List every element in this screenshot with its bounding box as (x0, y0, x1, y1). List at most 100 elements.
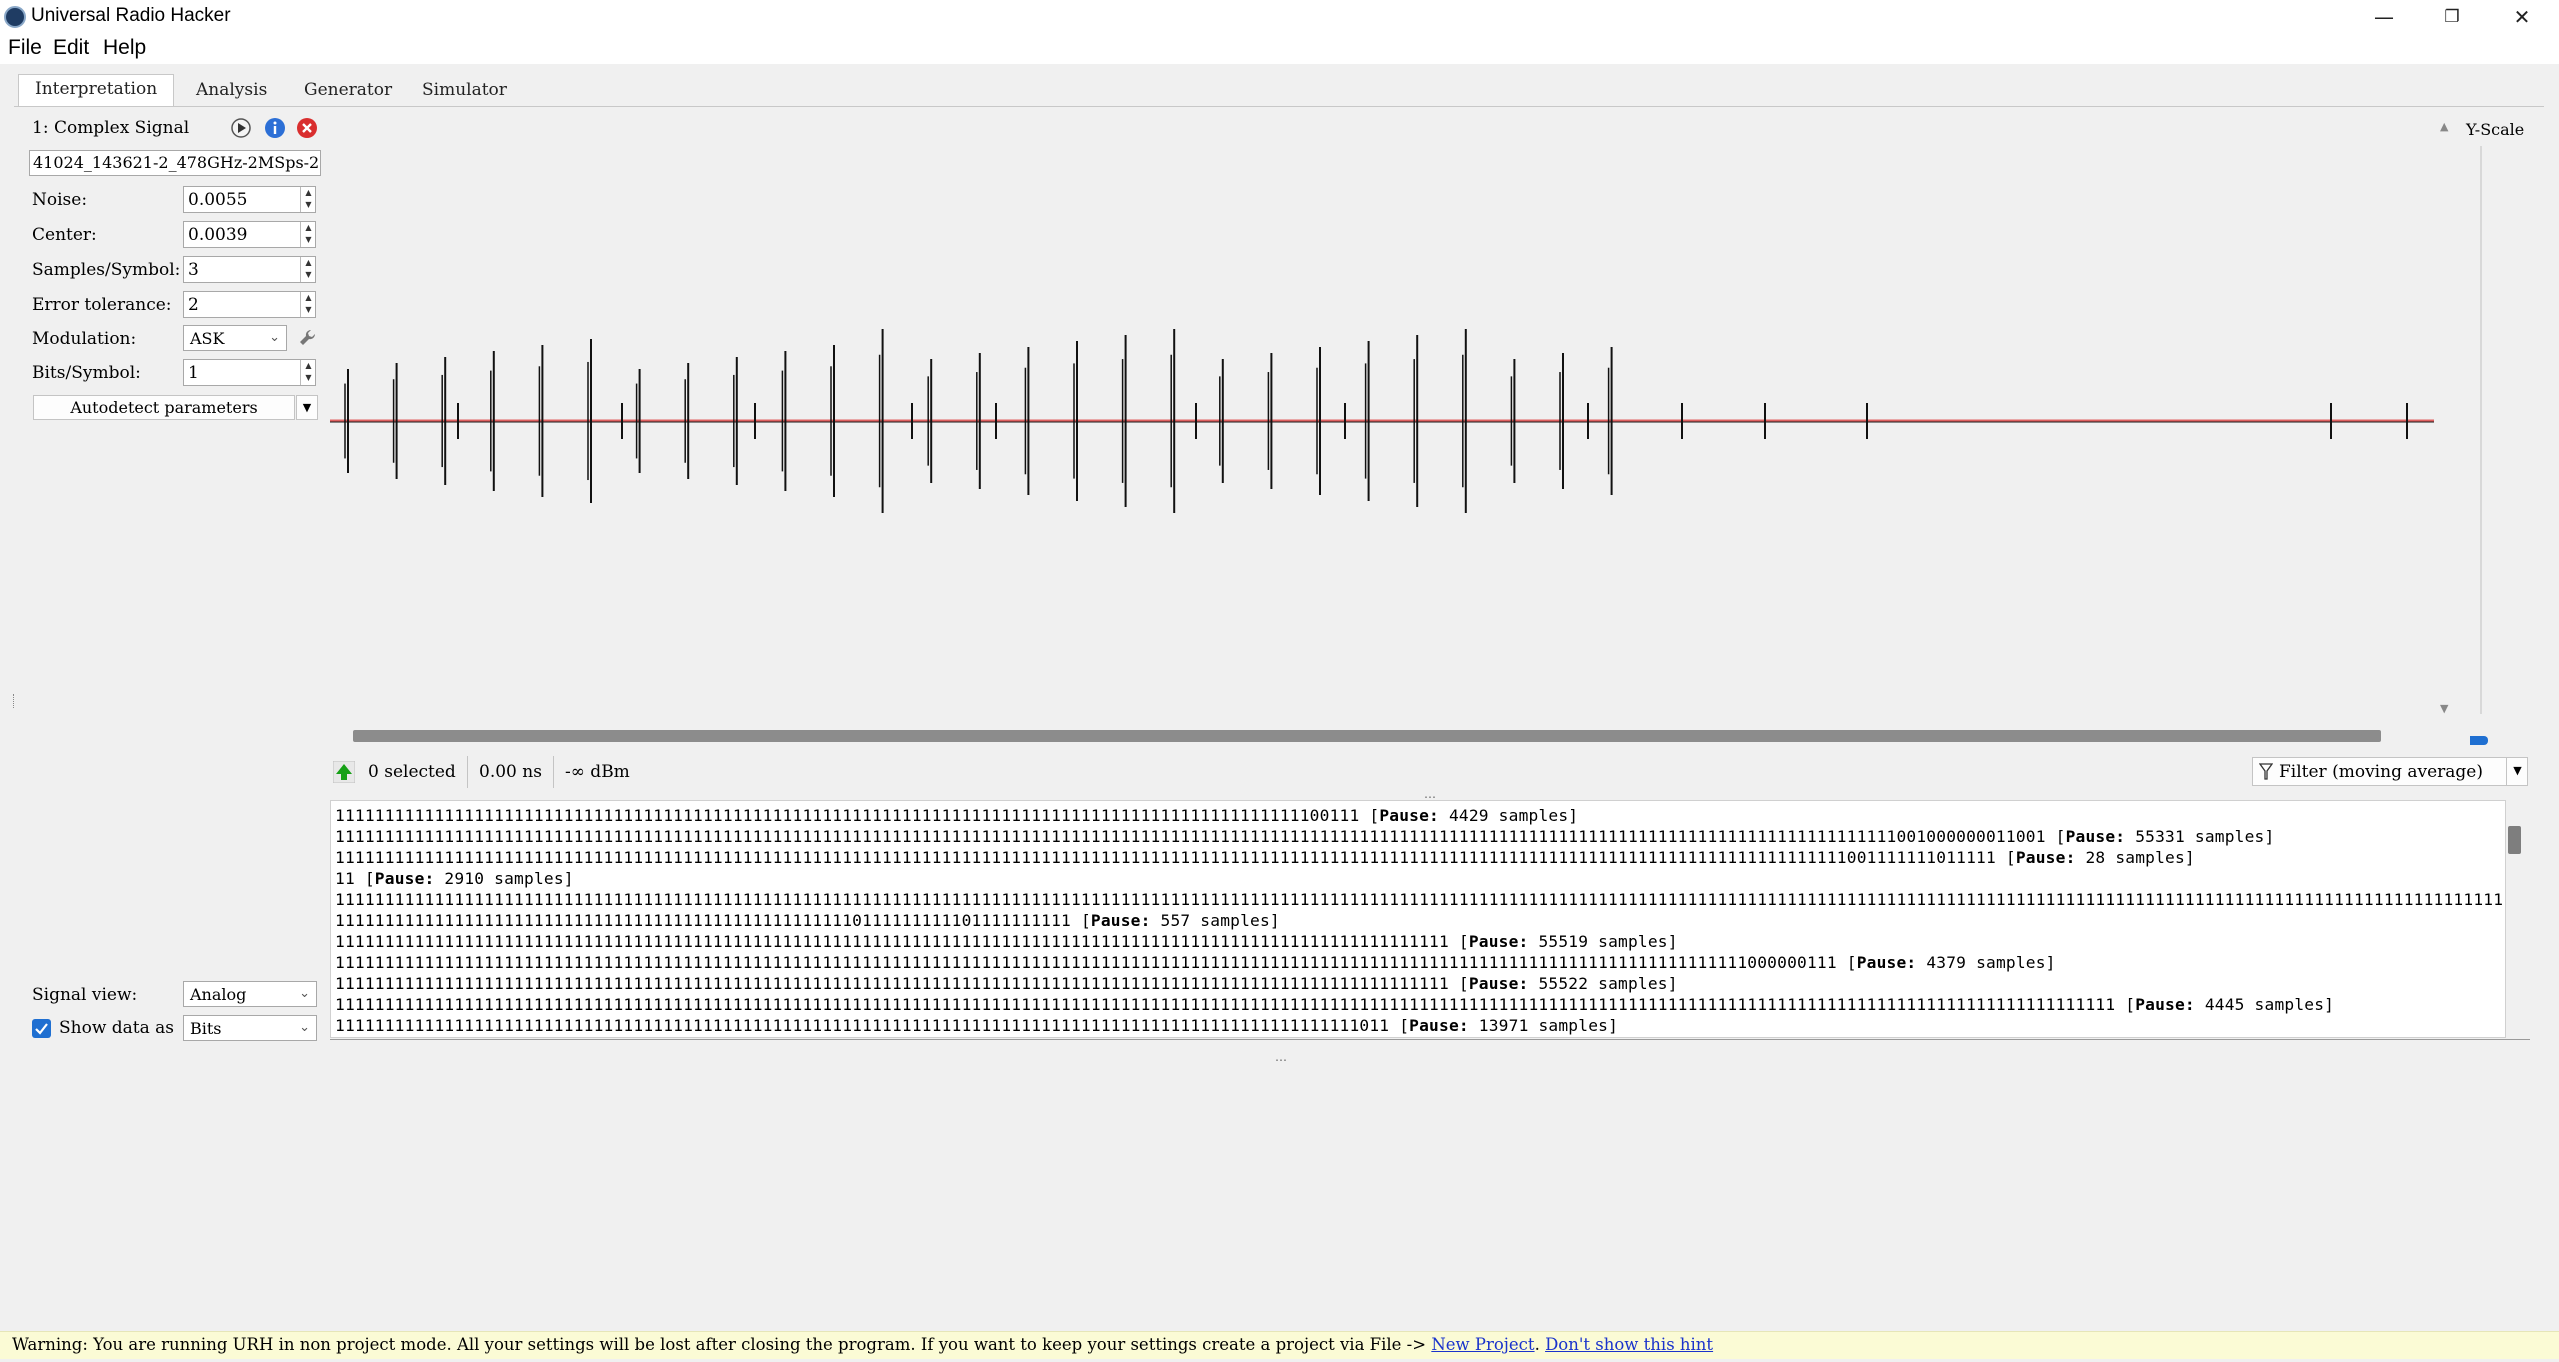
pause-samples: 55331 samples] (2125, 827, 2275, 846)
data-line[interactable]: 1111111111111111111111111111111111111111… (335, 889, 2505, 910)
vertical-scrollbar[interactable] (2508, 826, 2521, 854)
warning-message: Warning: You are running URH in non proj… (12, 1335, 1713, 1354)
pause-open-bracket: [ (2005, 848, 2016, 867)
error-tolerance-input[interactable]: 2 (183, 291, 316, 318)
data-line[interactable]: 1111111111111111111111111111111111111111… (335, 826, 2274, 847)
app-logo-icon (4, 6, 26, 28)
splitter-handle[interactable]: … (1275, 1050, 1287, 1064)
pause-open-bracket: [ (2055, 827, 2066, 846)
checkmark-icon (35, 1023, 48, 1035)
pause-samples: 13971 samples] (1468, 1016, 1619, 1035)
arrow-up-icon[interactable] (333, 761, 355, 783)
splitter-handle[interactable]: … (1424, 787, 1436, 801)
play-icon[interactable] (230, 117, 252, 139)
wrench-icon[interactable] (296, 327, 318, 349)
data-line[interactable]: 1111111111111111111111111111111111111111… (335, 910, 1280, 931)
selection-power: -∞ dBm (565, 762, 630, 782)
show-data-checkbox[interactable] (32, 1019, 51, 1038)
data-bits: 1111111111111111111111111111111111111111… (335, 953, 1847, 972)
title-bar (0, 0, 2559, 34)
splitter-handle[interactable] (13, 694, 16, 708)
show-data-value: Bits (190, 1019, 222, 1038)
autodetect-dropdown-icon[interactable]: ▼ (296, 395, 318, 420)
filename-field[interactable]: 41024_143621-2_478GHz-2MSps-2MHz (29, 150, 321, 176)
menu-help[interactable]: Help (103, 36, 146, 60)
separator (467, 756, 468, 788)
data-line[interactable]: 1111111111111111111111111111111111111111… (335, 931, 1678, 952)
noise-input[interactable]: 0.0055 (183, 186, 316, 213)
modulation-value: ASK (190, 329, 225, 348)
tab-analysis[interactable]: Analysis (180, 76, 283, 107)
data-line[interactable]: 11 [Pause: 2910 samples] (335, 868, 574, 889)
dont-show-hint-link[interactable]: Don't show this hint (1545, 1335, 1713, 1354)
pause-samples: 4429 samples] (1439, 806, 1579, 825)
data-bits: 1111111111111111111111111111111111111111… (335, 974, 1459, 993)
data-line[interactable]: 1111111111111111111111111111111111111111… (335, 1015, 1618, 1036)
pause-samples: 4379 samples] (1916, 953, 2056, 972)
y-scale-label: Y-Scale (2466, 120, 2525, 139)
data-view-bottom-border (330, 1039, 2530, 1040)
y-scale-slider-track[interactable] (2480, 146, 2482, 714)
scroll-down-icon[interactable]: ▼ (2440, 702, 2448, 715)
samples-per-symbol-stepper[interactable]: ▲ ▼ (300, 257, 316, 282)
pause-label: Pause: (1090, 911, 1151, 930)
menu-bar (0, 34, 2559, 64)
center-stepper[interactable]: ▲ ▼ (300, 222, 316, 247)
new-project-link[interactable]: New Project (1431, 1335, 1534, 1354)
window-title: Universal Radio Hacker (31, 5, 231, 26)
separator (553, 756, 554, 788)
bits-per-symbol-input[interactable]: 1 (183, 359, 316, 386)
show-data-select[interactable]: Bits ⌄ (183, 1015, 317, 1041)
y-scale-slider-handle[interactable] (2470, 736, 2488, 745)
pause-label: Pause: (2015, 848, 2076, 867)
data-line[interactable]: 1111111111111111111111111111111111111111… (335, 847, 2195, 868)
signal-view-value: Analog (190, 985, 247, 1004)
filter-icon (2259, 763, 2273, 780)
signal-graph[interactable] (327, 114, 2441, 726)
menu-file[interactable]: File (8, 36, 42, 60)
filter-dropdown-icon[interactable]: ▼ (2506, 757, 2528, 786)
chevron-down-icon: ⌄ (269, 330, 280, 345)
samples-per-symbol-label: Samples/Symbol: (32, 260, 181, 280)
chevron-down-icon: ⌄ (299, 986, 310, 1001)
warning-separator: . (1534, 1335, 1546, 1354)
tab-simulator[interactable]: Simulator (406, 76, 523, 107)
horizontal-scrollbar[interactable] (353, 730, 2381, 742)
minimize-button[interactable]: — (2350, 0, 2418, 34)
autodetect-parameters-button[interactable]: Autodetect parameters (33, 395, 295, 420)
menu-edit[interactable]: Edit (53, 36, 89, 60)
data-bits: 1111111111111111111111111111111111111111… (335, 1016, 1400, 1035)
tab-generator[interactable]: Generator (288, 76, 408, 107)
data-line[interactable]: 1111111111111111111111111111111111111111… (335, 805, 1578, 826)
noise-label: Noise: (32, 190, 88, 210)
error-tolerance-label: Error tolerance: (32, 295, 172, 315)
pause-samples: 4445 samples] (2194, 995, 2335, 1014)
waveform (330, 329, 2434, 513)
pause-label: Pause: (2065, 827, 2126, 846)
bits-per-symbol-stepper[interactable]: ▲ ▼ (300, 360, 316, 385)
data-line[interactable]: 1111111111111111111111111111111111111111… (335, 994, 2334, 1015)
pause-open-bracket: [ (364, 869, 375, 888)
center-input[interactable]: 0.0039 (183, 221, 316, 248)
data-line[interactable]: 1111111111111111111111111111111111111111… (335, 973, 1678, 994)
error-tolerance-stepper[interactable]: ▲ ▼ (300, 292, 316, 317)
modulation-label: Modulation: (32, 329, 137, 349)
restore-button[interactable]: ❐ (2418, 0, 2486, 34)
chevron-down-icon: ⌄ (299, 1020, 310, 1035)
filter-button[interactable]: Filter (moving average) (2252, 757, 2528, 786)
modulation-select[interactable]: ASK ⌄ (183, 325, 287, 351)
tab-interpretation[interactable]: Interpretation (18, 74, 175, 107)
close-window-button[interactable]: ✕ (2488, 0, 2556, 34)
pause-open-bracket: [ (1399, 1016, 1410, 1035)
data-line[interactable]: 1111111111111111111111111111111111111111… (335, 952, 2056, 973)
info-icon[interactable] (264, 117, 286, 139)
close-icon[interactable] (296, 117, 318, 139)
data-bits: 1111111111111111111111111111111111111111… (335, 890, 2505, 909)
pause-label: Pause: (1856, 953, 1917, 972)
samples-per-symbol-input[interactable]: 3 (183, 256, 316, 283)
scroll-up-icon[interactable]: ▲ (2440, 120, 2448, 133)
noise-stepper[interactable]: ▲ ▼ (300, 187, 316, 212)
signal-view-select[interactable]: Analog ⌄ (183, 981, 317, 1007)
pause-label: Pause: (374, 869, 435, 888)
demodulated-data-view[interactable]: 1111111111111111111111111111111111111111… (330, 800, 2506, 1038)
